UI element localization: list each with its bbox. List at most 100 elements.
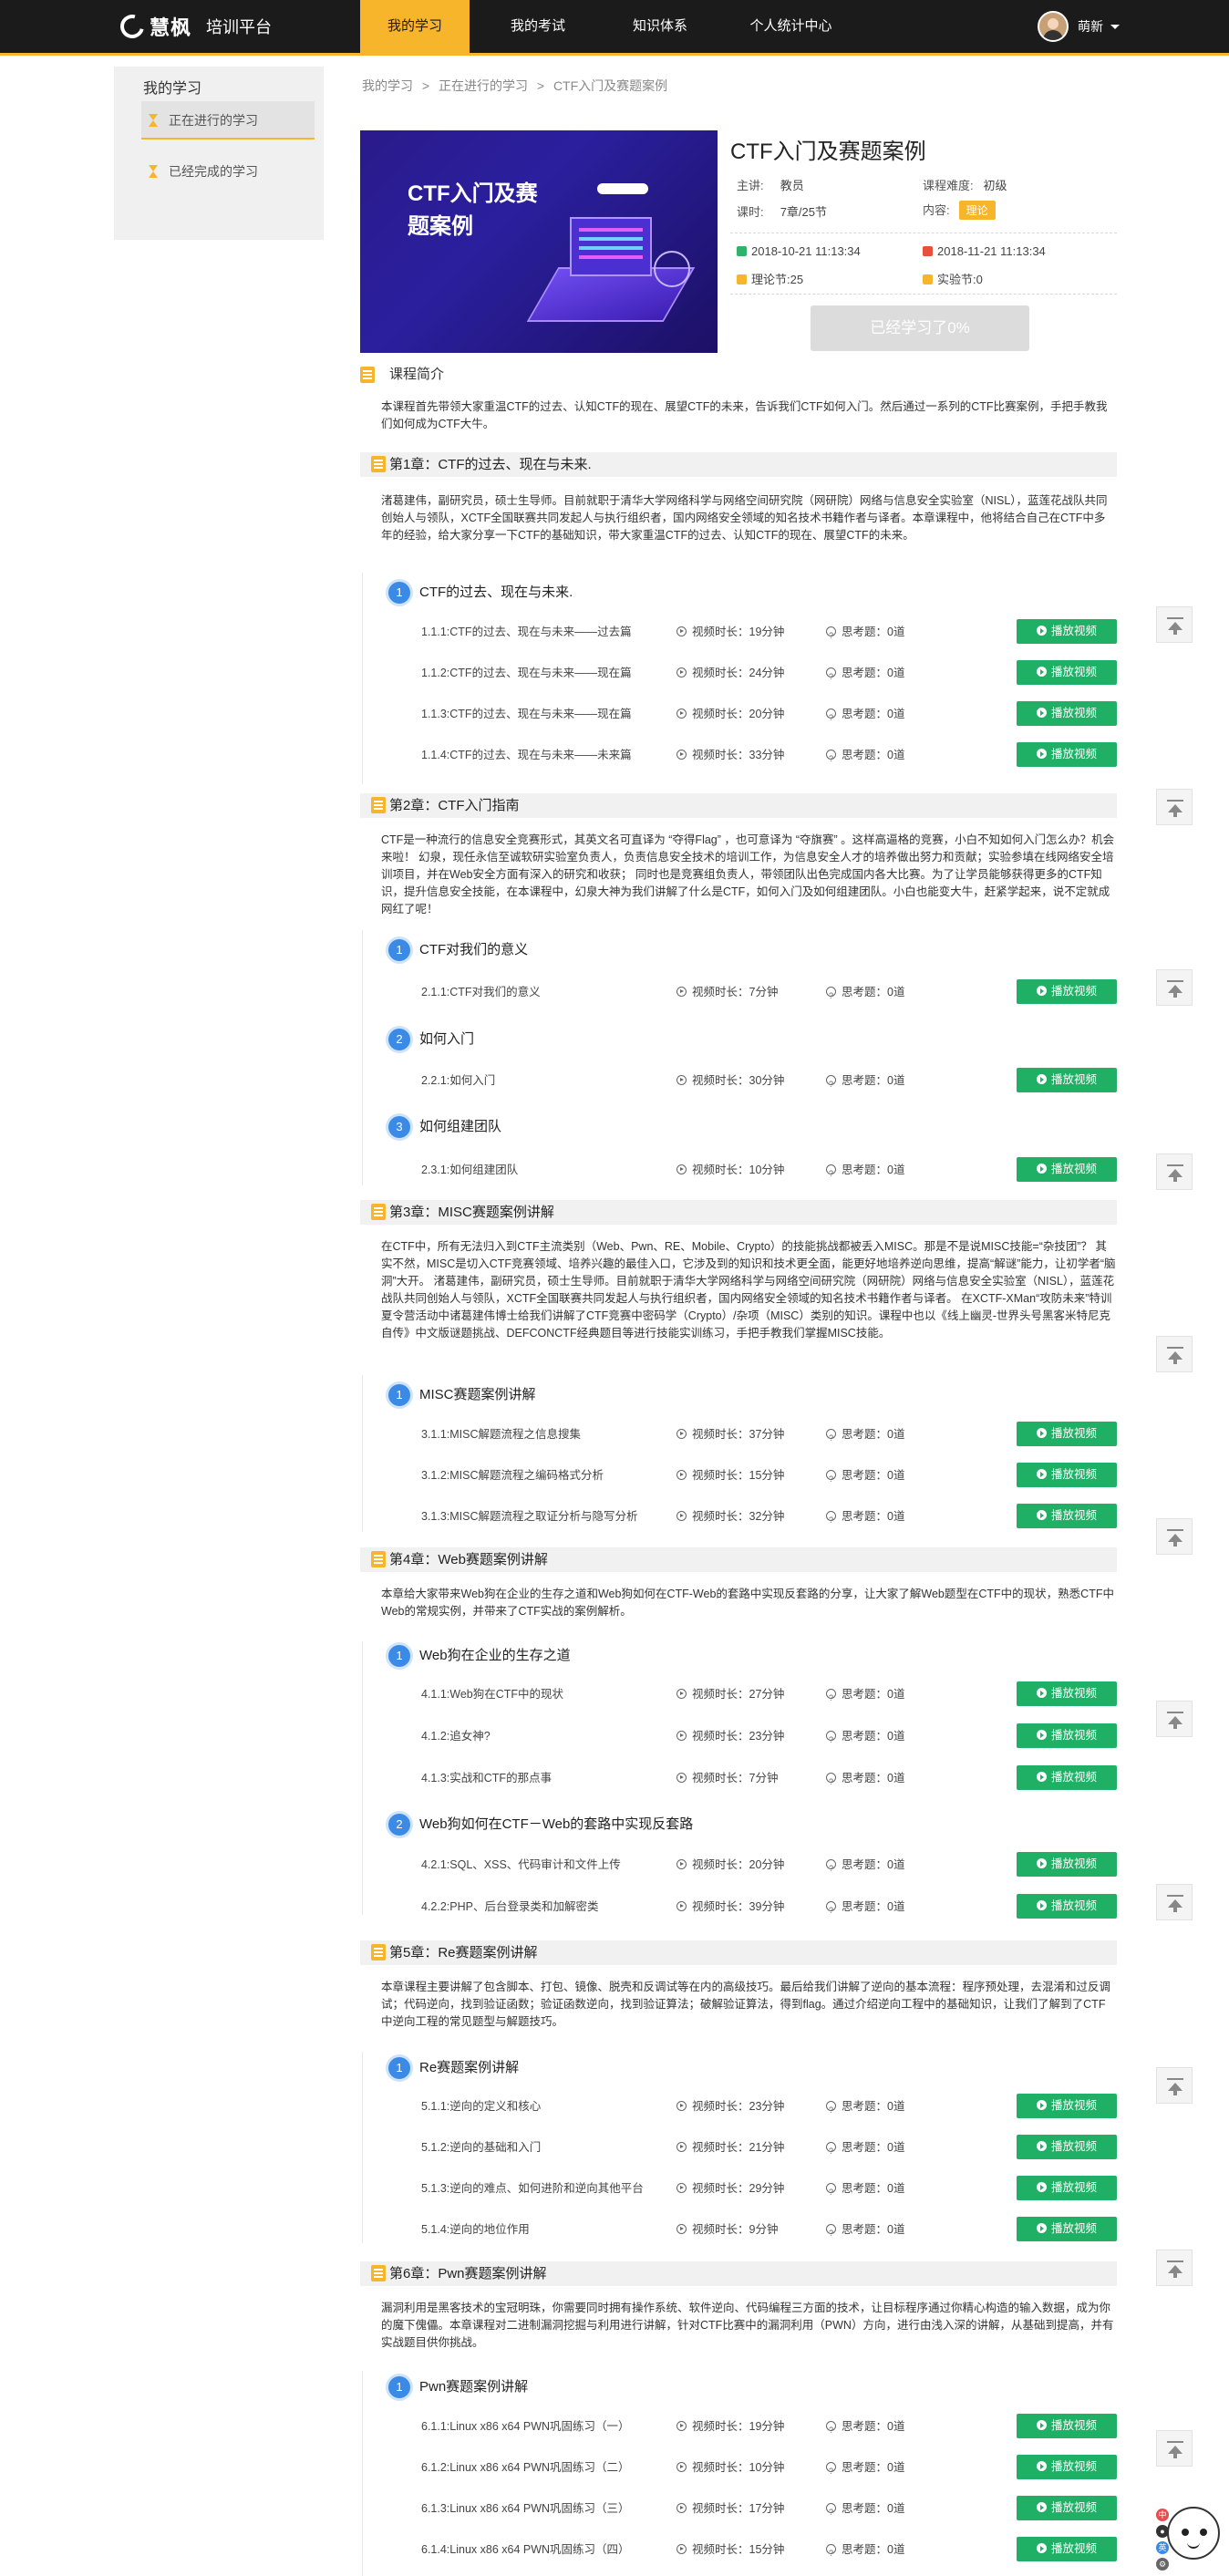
- play-video-label: 播放视频: [1050, 1899, 1097, 1912]
- play-video-button[interactable]: 播放视频: [1017, 1504, 1117, 1528]
- think-label: 思考题：: [842, 1164, 888, 1176]
- play-video-button[interactable]: 播放视频: [1017, 1463, 1117, 1487]
- section-number-badge: 1: [388, 1645, 410, 1667]
- difficulty-info: 课程难度: 初级: [923, 176, 1007, 193]
- back-to-top-button[interactable]: [1156, 969, 1193, 1006]
- section-title: Pwn赛题案例讲解: [419, 2379, 529, 2395]
- play-video-button[interactable]: 播放视频: [1017, 2496, 1117, 2520]
- back-to-top-button[interactable]: [1156, 606, 1193, 643]
- play-video-button[interactable]: 播放视频: [1017, 2455, 1117, 2479]
- think-label: 思考题：: [842, 749, 888, 761]
- sidebar: 我的学习 正在进行的学习 已经完成的学习: [114, 67, 324, 240]
- breadcrumb-separator: >: [536, 78, 545, 93]
- back-to-top-button[interactable]: [1156, 1701, 1193, 1737]
- question-icon: [826, 1898, 836, 1922]
- back-to-top-button[interactable]: [1156, 1518, 1193, 1555]
- chapter-header: 第5章：Re赛题案例讲解: [360, 1940, 1117, 1965]
- back-to-top-button[interactable]: [1156, 789, 1193, 825]
- play-video-button[interactable]: 播放视频: [1017, 1068, 1117, 1092]
- play-circle-icon: [676, 2101, 687, 2111]
- back-to-top-button[interactable]: [1156, 1154, 1193, 1190]
- play-circle-icon: [676, 1773, 687, 1783]
- breadcrumb-my-study[interactable]: 我的学习: [362, 78, 413, 93]
- banner-title: CTF入门及赛题案例: [408, 181, 538, 239]
- question-icon: [826, 1072, 836, 1096]
- question-icon: [826, 2180, 836, 2204]
- back-to-top-button[interactable]: [1156, 2250, 1193, 2286]
- play-video-label: 播放视频: [1050, 2419, 1097, 2432]
- breadcrumb-in-progress[interactable]: 正在进行的学习: [439, 78, 528, 93]
- nav-my-exam[interactable]: 我的考试: [483, 0, 593, 53]
- play-video-button[interactable]: 播放视频: [1017, 1422, 1117, 1446]
- platform-name: 培训平台: [206, 18, 273, 36]
- think-label: 思考题：: [842, 1510, 888, 1523]
- content-label: 内容:: [923, 203, 950, 217]
- section-divider: [362, 930, 363, 1185]
- lesson-title: 1.1.1:CTF的过去、现在与未来——过去篇: [421, 626, 632, 638]
- assistant-widget[interactable]: 中 ● 英 ⚙: [1156, 2503, 1225, 2576]
- video-duration: 视频时长：20分钟: [676, 1853, 784, 1877]
- lesson-row: 4.2.2:PHP、后台登录类和加解密类 视频时长：39分钟 思考题：0道 播放视频: [421, 1894, 1118, 1922]
- play-icon: [1036, 667, 1047, 677]
- lab-sections: 实验节:0: [923, 270, 983, 287]
- play-video-button[interactable]: 播放视频: [1017, 1765, 1117, 1790]
- play-video-button[interactable]: 播放视频: [1017, 2135, 1117, 2159]
- think-question-count: 思考题：0道: [826, 1853, 904, 1880]
- nav-personal-statistics[interactable]: 个人统计中心: [729, 0, 852, 53]
- video-duration-label: 视频时长：: [692, 2100, 749, 2113]
- lecturer-label: 主讲:: [737, 179, 764, 192]
- settings-tag[interactable]: ⚙: [1156, 2558, 1169, 2571]
- chapter-header: 第3章：MISC赛题案例讲解: [360, 1200, 1117, 1225]
- play-video-button[interactable]: 播放视频: [1017, 619, 1117, 644]
- calendar-icon: [923, 246, 933, 256]
- sidebar-item-in-progress[interactable]: 正在进行的学习: [141, 101, 315, 140]
- play-video-button[interactable]: 播放视频: [1017, 742, 1117, 767]
- back-to-top-button[interactable]: [1156, 1336, 1193, 1372]
- play-video-button[interactable]: 播放视频: [1017, 979, 1117, 1004]
- play-video-button[interactable]: 播放视频: [1017, 2094, 1117, 2118]
- play-video-button[interactable]: 播放视频: [1017, 1681, 1117, 1706]
- question-icon: [826, 1857, 836, 1880]
- document-icon: [371, 1551, 386, 1567]
- video-duration-value: 7分钟: [749, 986, 779, 998]
- study-progress-button[interactable]: 已经学习了0%: [811, 305, 1029, 351]
- think-value: 0道: [887, 2182, 905, 2195]
- language-english-tag[interactable]: 英: [1156, 2541, 1169, 2554]
- video-duration: 视频时长：27分钟: [676, 1682, 784, 1706]
- dot-tag[interactable]: ●: [1156, 2525, 1169, 2538]
- back-to-top-button[interactable]: [1156, 2067, 1193, 2104]
- lecturer-info: 主讲: 教员: [737, 176, 804, 193]
- lesson-title: 2.3.1:如何组建团队: [421, 1164, 519, 1176]
- play-icon: [1036, 2223, 1047, 2233]
- sidebar-item-completed[interactable]: 已经完成的学习: [141, 152, 315, 191]
- play-video-button[interactable]: 播放视频: [1017, 2217, 1117, 2241]
- site-logo[interactable]: 慧枫 培训平台: [116, 10, 273, 43]
- section-title: 如何组建团队: [419, 1119, 502, 1134]
- arrow-up-icon: [1173, 2453, 1177, 2458]
- back-to-top-button[interactable]: [1156, 1884, 1193, 1920]
- play-video-button[interactable]: 播放视频: [1017, 701, 1117, 726]
- video-duration-value: 19分钟: [749, 2420, 785, 2433]
- chapter-title: 第3章：MISC赛题案例讲解: [389, 1205, 554, 1220]
- think-value: 0道: [887, 1428, 905, 1441]
- play-video-button[interactable]: 播放视频: [1017, 1723, 1117, 1748]
- document-icon: [371, 1944, 386, 1960]
- play-circle-icon: [676, 2224, 687, 2234]
- video-duration-value: 9分钟: [749, 2223, 779, 2236]
- nav-knowledge-system[interactable]: 知识体系: [605, 0, 715, 53]
- play-video-button[interactable]: 播放视频: [1017, 2414, 1117, 2438]
- play-video-button[interactable]: 播放视频: [1017, 1894, 1117, 1919]
- play-video-button[interactable]: 播放视频: [1017, 2176, 1117, 2200]
- arrow-up-icon: [1173, 1723, 1177, 1729]
- play-video-button[interactable]: 播放视频: [1017, 2537, 1117, 2561]
- play-video-button[interactable]: 播放视频: [1017, 660, 1117, 685]
- section-header: 1 Re赛题案例讲解: [381, 2055, 519, 2081]
- nav-my-study[interactable]: 我的学习: [360, 0, 470, 53]
- user-menu[interactable]: 萌新: [1038, 11, 1120, 42]
- language-chinese-tag[interactable]: 中: [1156, 2509, 1169, 2521]
- back-to-top-button[interactable]: [1156, 2430, 1193, 2467]
- play-icon: [1036, 1428, 1047, 1438]
- play-video-button[interactable]: 播放视频: [1017, 1157, 1117, 1182]
- play-video-button[interactable]: 播放视频: [1017, 1852, 1117, 1877]
- think-value: 0道: [887, 1772, 905, 1785]
